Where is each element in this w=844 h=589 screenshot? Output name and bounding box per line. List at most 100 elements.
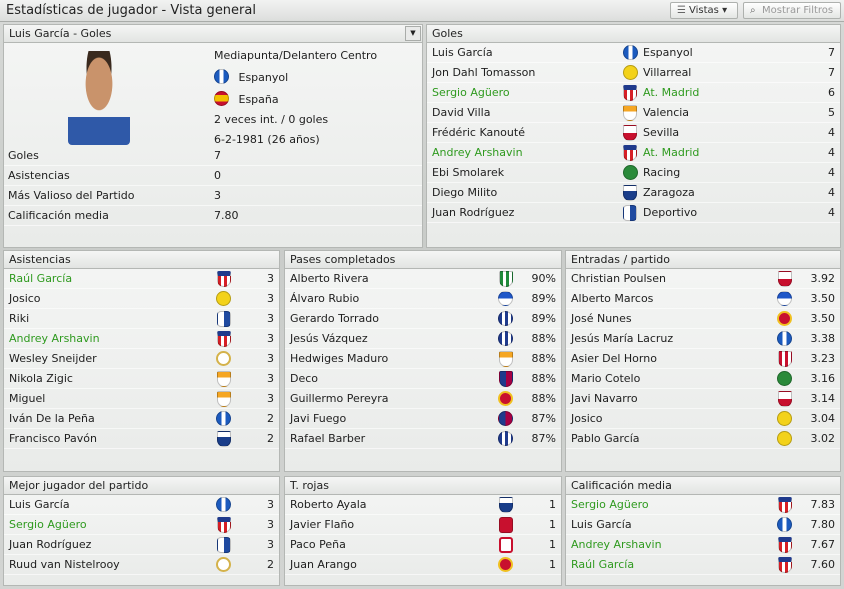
vistas-dropdown[interactable]: ☰ Vistas ▾ xyxy=(670,2,738,19)
table-row[interactable]: Mario Cotelo 3.16 xyxy=(566,369,840,389)
club-name[interactable]: Espanyol xyxy=(643,43,693,63)
player-name[interactable]: Juan Rodríguez xyxy=(9,535,91,555)
player-name[interactable]: Andrey Arshavin xyxy=(432,143,523,163)
player-name[interactable]: Andrey Arshavin xyxy=(571,535,662,555)
player-name[interactable]: Juan Rodríguez xyxy=(432,203,514,223)
table-row[interactable]: Diego Milito Zaragoza 4 xyxy=(427,183,840,203)
player-name[interactable]: Jon Dahl Tomasson xyxy=(432,63,535,83)
player-name[interactable]: Sergio Agüero xyxy=(432,83,510,103)
player-name[interactable]: Luis García xyxy=(9,495,70,515)
table-row[interactable]: Iván De la Peña 2 xyxy=(4,409,279,429)
player-name[interactable]: Paco Peña xyxy=(290,535,346,555)
player-name[interactable]: Álvaro Rubio xyxy=(290,289,359,309)
player-name[interactable]: Sergio Agüero xyxy=(571,495,649,515)
player-name[interactable]: Francisco Pavón xyxy=(9,429,97,449)
table-row[interactable]: Andrey Arshavin 3 xyxy=(4,329,279,349)
table-row[interactable]: Riki 3 xyxy=(4,309,279,329)
table-row[interactable]: Ebi Smolarek Racing 4 xyxy=(427,163,840,183)
club-name[interactable]: Racing xyxy=(643,163,680,183)
table-row[interactable]: Nikola Zigic 3 xyxy=(4,369,279,389)
table-row[interactable]: Guillermo Pereyra 88% xyxy=(285,389,561,409)
player-name[interactable]: Deco xyxy=(290,369,318,389)
table-row[interactable]: Luis García Espanyol 7 xyxy=(427,43,840,63)
table-row[interactable]: Wesley Sneijder 3 xyxy=(4,349,279,369)
club-name[interactable]: Valencia xyxy=(643,103,689,123)
table-row[interactable]: Juan Arango 1 xyxy=(285,555,561,575)
player-name[interactable]: Andrey Arshavin xyxy=(9,329,100,349)
table-row[interactable]: Javier Flaño 1 xyxy=(285,515,561,535)
chevron-down-icon[interactable]: ▼ xyxy=(405,26,421,41)
player-name[interactable]: José Nunes xyxy=(571,309,632,329)
table-row[interactable]: Paco Peña 1 xyxy=(285,535,561,555)
player-name[interactable]: Diego Milito xyxy=(432,183,497,203)
player-name[interactable]: Wesley Sneijder xyxy=(9,349,97,369)
player-name[interactable]: Luis García xyxy=(571,515,632,535)
table-row[interactable]: Sergio Agüero At. Madrid 6 xyxy=(427,83,840,103)
table-row[interactable]: Deco 88% xyxy=(285,369,561,389)
player-name[interactable]: Josico xyxy=(571,409,603,429)
table-row[interactable]: Francisco Pavón 2 xyxy=(4,429,279,449)
player-name[interactable]: Asier Del Horno xyxy=(571,349,657,369)
player-name[interactable]: Hedwiges Maduro xyxy=(290,349,388,369)
table-row[interactable]: Juan Rodríguez 3 xyxy=(4,535,279,555)
player-name[interactable]: Frédéric Kanouté xyxy=(432,123,525,143)
table-row[interactable]: Raúl García 7.60 xyxy=(566,555,840,575)
player-name[interactable]: Pablo García xyxy=(571,429,640,449)
table-row[interactable]: Jesús María Lacruz 3.38 xyxy=(566,329,840,349)
player-name[interactable]: Ebi Smolarek xyxy=(432,163,504,183)
table-row[interactable]: Juan Rodríguez Deportivo 4 xyxy=(427,203,840,223)
player-name[interactable]: Gerardo Torrado xyxy=(290,309,379,329)
table-row[interactable]: Ruud van Nistelrooy 2 xyxy=(4,555,279,575)
table-row[interactable]: Jon Dahl Tomasson Villarreal 7 xyxy=(427,63,840,83)
table-row[interactable]: Frédéric Kanouté Sevilla 4 xyxy=(427,123,840,143)
player-name[interactable]: Rafael Barber xyxy=(290,429,365,449)
table-row[interactable]: Raúl García 3 xyxy=(4,269,279,289)
player-nation-row[interactable]: España xyxy=(214,88,377,110)
table-row[interactable]: Josico 3.04 xyxy=(566,409,840,429)
player-name[interactable]: Luis García xyxy=(432,43,493,63)
table-row[interactable]: Sergio Agüero 7.83 xyxy=(566,495,840,515)
player-name[interactable]: Christian Poulsen xyxy=(571,269,666,289)
table-row[interactable]: Jesús Vázquez 88% xyxy=(285,329,561,349)
club-name[interactable]: Zaragoza xyxy=(643,183,695,203)
table-row[interactable]: Christian Poulsen 3.92 xyxy=(566,269,840,289)
table-row[interactable]: Gerardo Torrado 89% xyxy=(285,309,561,329)
table-row[interactable]: Javi Fuego 87% xyxy=(285,409,561,429)
player-name[interactable]: Alberto Marcos xyxy=(571,289,653,309)
club-name[interactable]: At. Madrid xyxy=(643,83,699,103)
player-club-row[interactable]: Espanyol xyxy=(214,66,377,88)
table-row[interactable]: Hedwiges Maduro 88% xyxy=(285,349,561,369)
player-name[interactable]: Juan Arango xyxy=(290,555,357,575)
table-row[interactable]: Miguel 3 xyxy=(4,389,279,409)
club-name[interactable]: Villarreal xyxy=(643,63,691,83)
player-name[interactable]: Javi Navarro xyxy=(571,389,638,409)
player-name[interactable]: Javier Flaño xyxy=(290,515,354,535)
show-filters-button[interactable]: ⌕ Mostrar Filtros xyxy=(743,2,841,19)
player-name[interactable]: Raúl García xyxy=(9,269,72,289)
player-name[interactable]: Sergio Agüero xyxy=(9,515,87,535)
player-name[interactable]: Nikola Zigic xyxy=(9,369,73,389)
table-row[interactable]: Pablo García 3.02 xyxy=(566,429,840,449)
table-row[interactable]: Roberto Ayala 1 xyxy=(285,495,561,515)
table-row[interactable]: Rafael Barber 87% xyxy=(285,429,561,449)
player-name[interactable]: Jesús Vázquez xyxy=(290,329,368,349)
club-name[interactable]: Deportivo xyxy=(643,203,697,223)
player-name[interactable]: Ruud van Nistelrooy xyxy=(9,555,120,575)
player-name[interactable]: Miguel xyxy=(9,389,45,409)
table-row[interactable]: Andrey Arshavin 7.67 xyxy=(566,535,840,555)
player-name[interactable]: Josico xyxy=(9,289,41,309)
table-row[interactable]: Luis García 7.80 xyxy=(566,515,840,535)
table-row[interactable]: David Villa Valencia 5 xyxy=(427,103,840,123)
table-row[interactable]: Javi Navarro 3.14 xyxy=(566,389,840,409)
table-row[interactable]: Andrey Arshavin At. Madrid 4 xyxy=(427,143,840,163)
player-name[interactable]: Roberto Ayala xyxy=(290,495,367,515)
club-name[interactable]: At. Madrid xyxy=(643,143,699,163)
player-name[interactable]: Javi Fuego xyxy=(290,409,346,429)
table-row[interactable]: Asier Del Horno 3.23 xyxy=(566,349,840,369)
table-row[interactable]: Alberto Rivera 90% xyxy=(285,269,561,289)
table-row[interactable]: Sergio Agüero 3 xyxy=(4,515,279,535)
player-name[interactable]: Raúl García xyxy=(571,555,634,575)
player-name[interactable]: David Villa xyxy=(432,103,490,123)
player-name[interactable]: Iván De la Peña xyxy=(9,409,95,429)
table-row[interactable]: José Nunes 3.50 xyxy=(566,309,840,329)
